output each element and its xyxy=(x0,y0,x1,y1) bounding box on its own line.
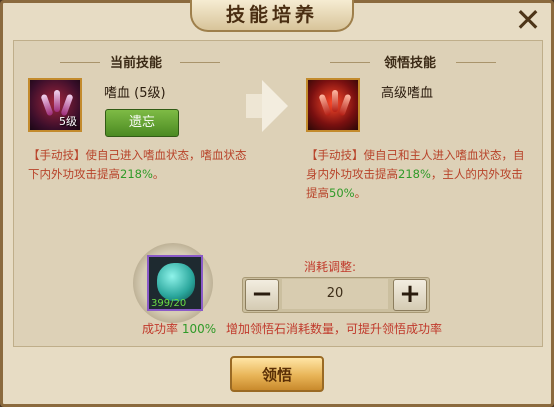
success-rate: 成功率 100% xyxy=(142,320,216,337)
claw-icon xyxy=(318,93,332,117)
arrow-right-icon xyxy=(262,80,288,132)
claw-icon xyxy=(40,93,54,117)
claw-icon xyxy=(338,93,352,117)
rate-label: 成功率 xyxy=(142,322,179,336)
desc-text: 。 xyxy=(354,186,367,200)
divider xyxy=(180,62,220,63)
desc-text: 。 xyxy=(152,167,165,181)
learn-skill-description: 【手动技】使自己和主人进入嗜血状态，自身内外功攻击提高218%，主人的内外攻击提… xyxy=(306,146,528,203)
current-skill-title: 当前技能 xyxy=(110,56,163,71)
insight-stone-item[interactable]: 399/20 xyxy=(147,255,203,311)
title-bar: 技能培养 xyxy=(190,0,354,32)
desc-value: 218% xyxy=(398,167,431,181)
close-icon[interactable]: ✕ xyxy=(510,2,546,38)
current-skill-description: 【手动技】使自己进入嗜血状态，嗜血状态下内外功攻击提高218%。 xyxy=(28,146,253,184)
decrease-button[interactable]: − xyxy=(245,279,279,311)
current-skill-icon: 5级 xyxy=(28,78,82,132)
desc-value: 218% xyxy=(120,167,153,181)
desc-value: 50% xyxy=(329,186,355,200)
current-skill-name: 嗜血 (5级) xyxy=(104,86,166,101)
dialog-title: 技能培养 xyxy=(225,4,318,26)
forget-button[interactable]: 遗忘 xyxy=(105,109,179,137)
divider xyxy=(60,62,100,63)
adjust-label: 消耗调整: xyxy=(304,260,357,274)
learn-skill-name: 高级嗜血 xyxy=(381,86,434,101)
divider xyxy=(330,62,370,63)
quantity-value: 20 xyxy=(282,279,388,309)
adjust-hint: 增加领悟石消耗数量，可提升领悟成功率 xyxy=(226,322,443,336)
gem-icon xyxy=(157,263,195,301)
claw-icon xyxy=(332,90,338,112)
claw-icon xyxy=(54,90,60,112)
learn-skill-icon xyxy=(306,78,360,132)
increase-button[interactable]: + xyxy=(393,279,427,311)
rate-value: 100% xyxy=(181,322,217,336)
comprehend-button[interactable]: 领悟 xyxy=(230,356,324,392)
divider xyxy=(456,62,496,63)
material-count: 399/20 xyxy=(151,298,187,309)
learn-skill-title: 领悟技能 xyxy=(384,56,437,71)
level-badge: 5级 xyxy=(59,115,77,128)
